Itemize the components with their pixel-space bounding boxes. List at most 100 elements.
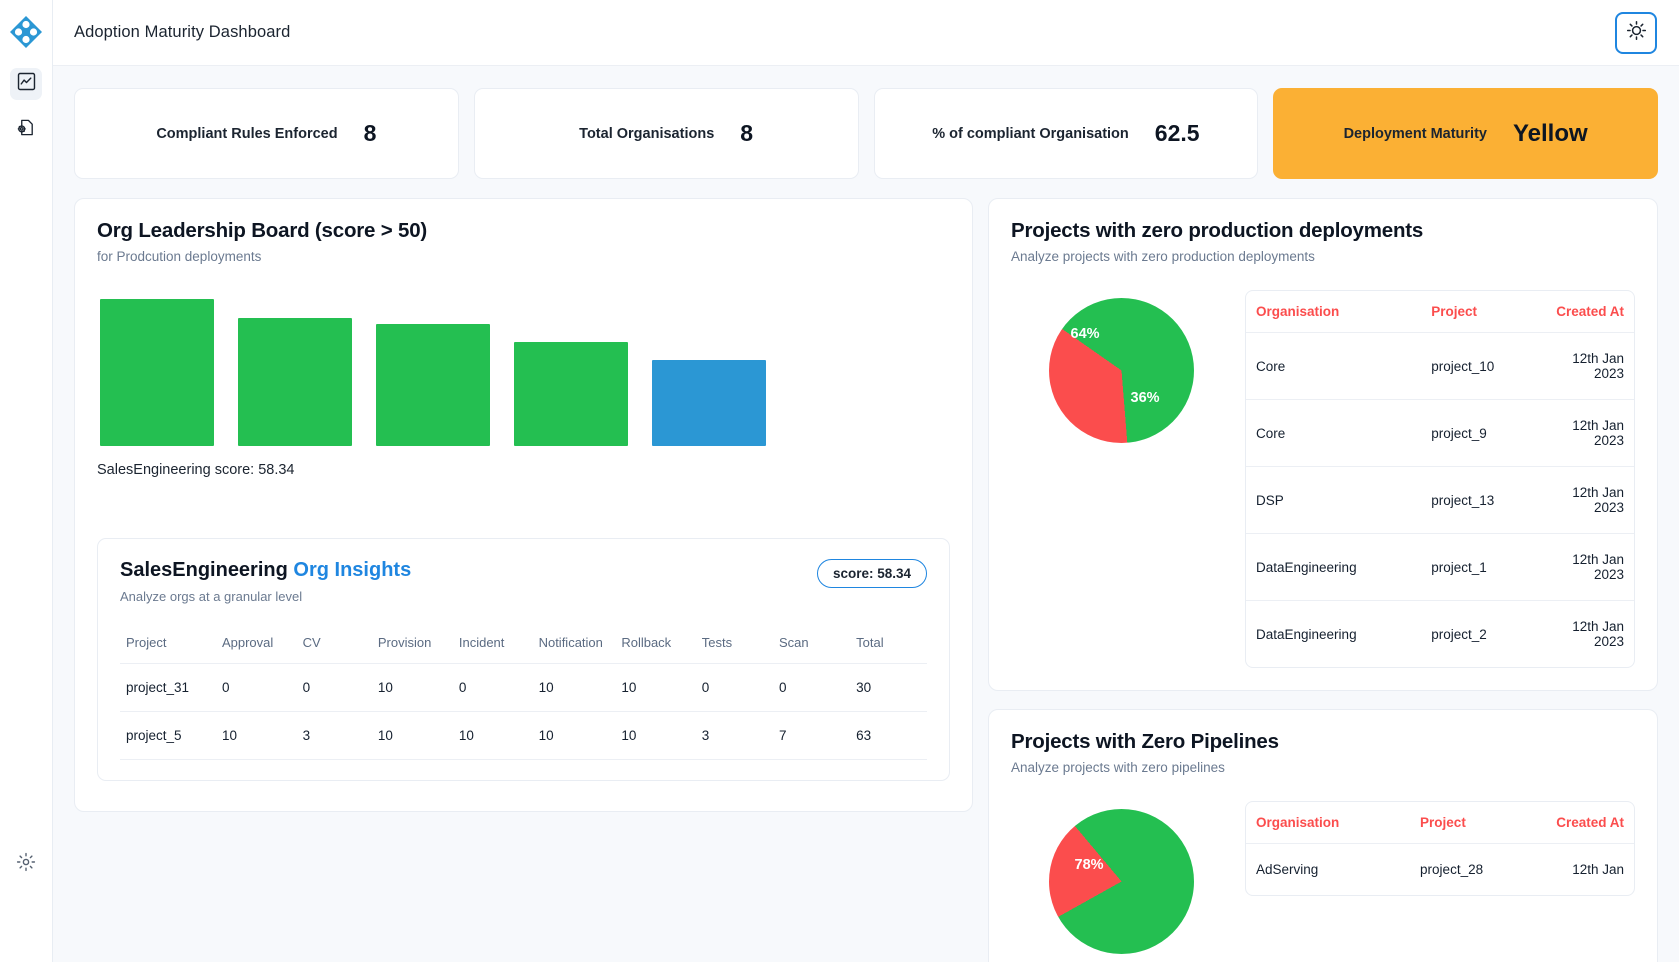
pie-slice-label-green: 78%	[1074, 857, 1104, 873]
sidebar-item-settings[interactable]	[10, 848, 42, 880]
cell-created-at: 12th Jan 2023	[1542, 533, 1634, 601]
zero-pipelines-panel: Projects with Zero Pipelines Analyze pro…	[988, 709, 1658, 962]
kpi-card-total-organisations: Total Organisations 8	[473, 88, 859, 179]
cell-created-at: 12th Jan	[1572, 862, 1624, 877]
table-cell: 7	[772, 711, 851, 760]
zero-deployments-pie-chart: 64% 36%	[1048, 298, 1194, 443]
table-cell: 30	[850, 663, 927, 712]
column-header: CV	[296, 625, 372, 664]
main-area: Adoption Maturity Dashboard Compliant Ru…	[53, 0, 1679, 962]
table-row[interactable]: DataEngineering project_1 12th Jan 2023	[1246, 533, 1634, 601]
column-header: Created At	[1542, 802, 1634, 844]
zero-deployments-panel: Projects with zero production deployment…	[988, 198, 1658, 691]
column-header: Project	[1410, 802, 1542, 844]
column-header: Scan	[772, 625, 851, 664]
bar-1[interactable]	[100, 299, 214, 446]
org-insights-card: SalesEngineering Org Insights Analyze or…	[97, 538, 950, 781]
zero-pipelines-subtitle: Analyze projects with zero pipelines	[1011, 760, 1225, 775]
table-cell: 10	[215, 711, 297, 760]
zero-pipelines-body: 78% Organisation Project Created At AdServ…	[1011, 801, 1635, 954]
theme-toggle-button[interactable]	[1615, 11, 1657, 54]
table-cell: 10	[615, 711, 696, 760]
org-leaderboard-panel: Org Leadership Board (score > 50) for Pr…	[74, 198, 973, 812]
table-row[interactable]: project_31 0 0 10 0 10 10 0 0 30	[120, 663, 927, 712]
zero-pipelines-table-wrap: Organisation Project Created At AdServing p…	[1245, 801, 1635, 896]
sidebar	[0, 0, 53, 962]
kpi-label: Deployment Maturity	[1343, 125, 1487, 142]
org-insights-header: SalesEngineering Org Insights Analyze or…	[120, 559, 927, 604]
column-header: Rollback	[615, 625, 696, 664]
table-row[interactable]: project_5 10 3 10 10 10 10 3 7 63	[120, 711, 927, 760]
table-body: project_31 0 0 10 0 10 10 0 0 30 project_5 10 3 10 10 1…	[120, 663, 927, 760]
kpi-card-deployment-maturity: Deployment Maturity Yellow	[1273, 88, 1658, 179]
zero-pipelines-table: Organisation Project Created At AdServing p…	[1246, 802, 1634, 895]
column-header: Provision	[371, 625, 453, 664]
leaderboard-title: Org Leadership Board (score > 50)	[97, 219, 428, 242]
kpi-card-compliant-rules: Compliant Rules Enforced 8	[74, 88, 459, 179]
table-row[interactable]: AdServing project_28 12th Jan	[1246, 844, 1634, 896]
table-cell: project_5	[120, 711, 216, 760]
table-row[interactable]: DataEngineering project_2 12th Jan 2023	[1246, 601, 1634, 668]
table-body: AdServing project_28 12th Jan	[1246, 844, 1634, 896]
table-cell: 10	[371, 663, 453, 712]
cell-created-at: 12th Jan 2023	[1542, 466, 1634, 534]
cell-organisation: Core	[1246, 399, 1422, 467]
dashboard-content: Compliant Rules Enforced 8 Total Organis…	[53, 66, 1679, 962]
table-cell: project_31	[120, 663, 216, 712]
table-row[interactable]: Core project_9 12th Jan 2023	[1246, 399, 1634, 467]
table-cell: 10	[615, 663, 696, 712]
cell-organisation: DataEngineering	[1246, 533, 1422, 601]
cell-organisation: Core	[1246, 332, 1422, 400]
table-header-row: Project Approval CV Provision Incident Notifi…	[120, 625, 927, 664]
bar-3[interactable]	[376, 324, 490, 446]
org-insights-subtitle: Analyze orgs at a granular level	[120, 589, 303, 604]
kpi-value: 8	[740, 120, 754, 146]
cell-project: project_13	[1421, 466, 1542, 534]
cell-project: project_1	[1421, 533, 1542, 601]
cell-created-at: 12th Jan 2023	[1572, 619, 1624, 649]
zero-pipelines-pie-chart: 78%	[1048, 809, 1194, 954]
cell-project: project_10	[1421, 332, 1542, 400]
cell-project: project_9	[1421, 399, 1542, 467]
column-header: Organisation	[1246, 802, 1411, 844]
zero-deployments-body: 64% 36% Organisation Project Created At Co…	[1011, 290, 1635, 668]
sidebar-item-analytics[interactable]	[10, 68, 42, 100]
bar-5[interactable]	[652, 360, 766, 446]
table-row[interactable]: Core project_10 12th Jan 2023	[1246, 332, 1634, 400]
topbar: Adoption Maturity Dashboard	[53, 0, 1679, 66]
pie-slice-label-red: 36%	[1130, 390, 1160, 406]
cell-organisation: AdServing	[1256, 862, 1319, 877]
score-badge[interactable]: score: 58.34	[816, 559, 927, 588]
gear-icon	[16, 852, 36, 877]
table-cell: 10	[452, 711, 533, 760]
zero-deployments-table: Organisation Project Created At Core projec…	[1246, 291, 1634, 667]
page-title: Adoption Maturity Dashboard	[74, 23, 291, 41]
sidebar-item-reports[interactable]	[10, 114, 42, 146]
kpi-row: Compliant Rules Enforced 8 Total Organis…	[74, 88, 1658, 179]
app-logo-icon	[6, 12, 46, 52]
kpi-value: 62.5	[1154, 120, 1200, 146]
column-header: Project	[1421, 291, 1542, 333]
table-cell: 0	[452, 663, 533, 712]
document-gear-icon	[17, 118, 36, 142]
table-cell: 0	[695, 663, 773, 712]
column-header: Tests	[695, 625, 773, 664]
selected-bar-caption: SalesEngineering score: 58.34	[97, 462, 295, 478]
table-header-row: Organisation Project Created At	[1246, 802, 1634, 844]
bar-2[interactable]	[238, 318, 352, 446]
kpi-value: Yellow	[1512, 119, 1588, 147]
kpi-label: Total Organisations	[579, 125, 715, 142]
bar-4[interactable]	[514, 342, 628, 446]
table-cell: 10	[532, 663, 616, 712]
org-insights-org-name: SalesEngineering	[120, 559, 288, 581]
panel-grid: Org Leadership Board (score > 50) for Pr…	[74, 198, 1658, 962]
column-header: Notification	[532, 625, 616, 664]
table-cell: 3	[296, 711, 372, 760]
org-insights-title: SalesEngineering Org Insights	[120, 559, 411, 582]
column-header: Project	[120, 625, 216, 664]
table-cell: 0	[296, 663, 372, 712]
table-row[interactable]: DSP project_13 12th Jan 2023	[1246, 466, 1634, 534]
left-column: Org Leadership Board (score > 50) for Pr…	[74, 198, 973, 812]
cell-organisation: DataEngineering	[1256, 626, 1357, 642]
table-body: Core project_10 12th Jan 2023 Core project_9 1…	[1246, 332, 1634, 668]
